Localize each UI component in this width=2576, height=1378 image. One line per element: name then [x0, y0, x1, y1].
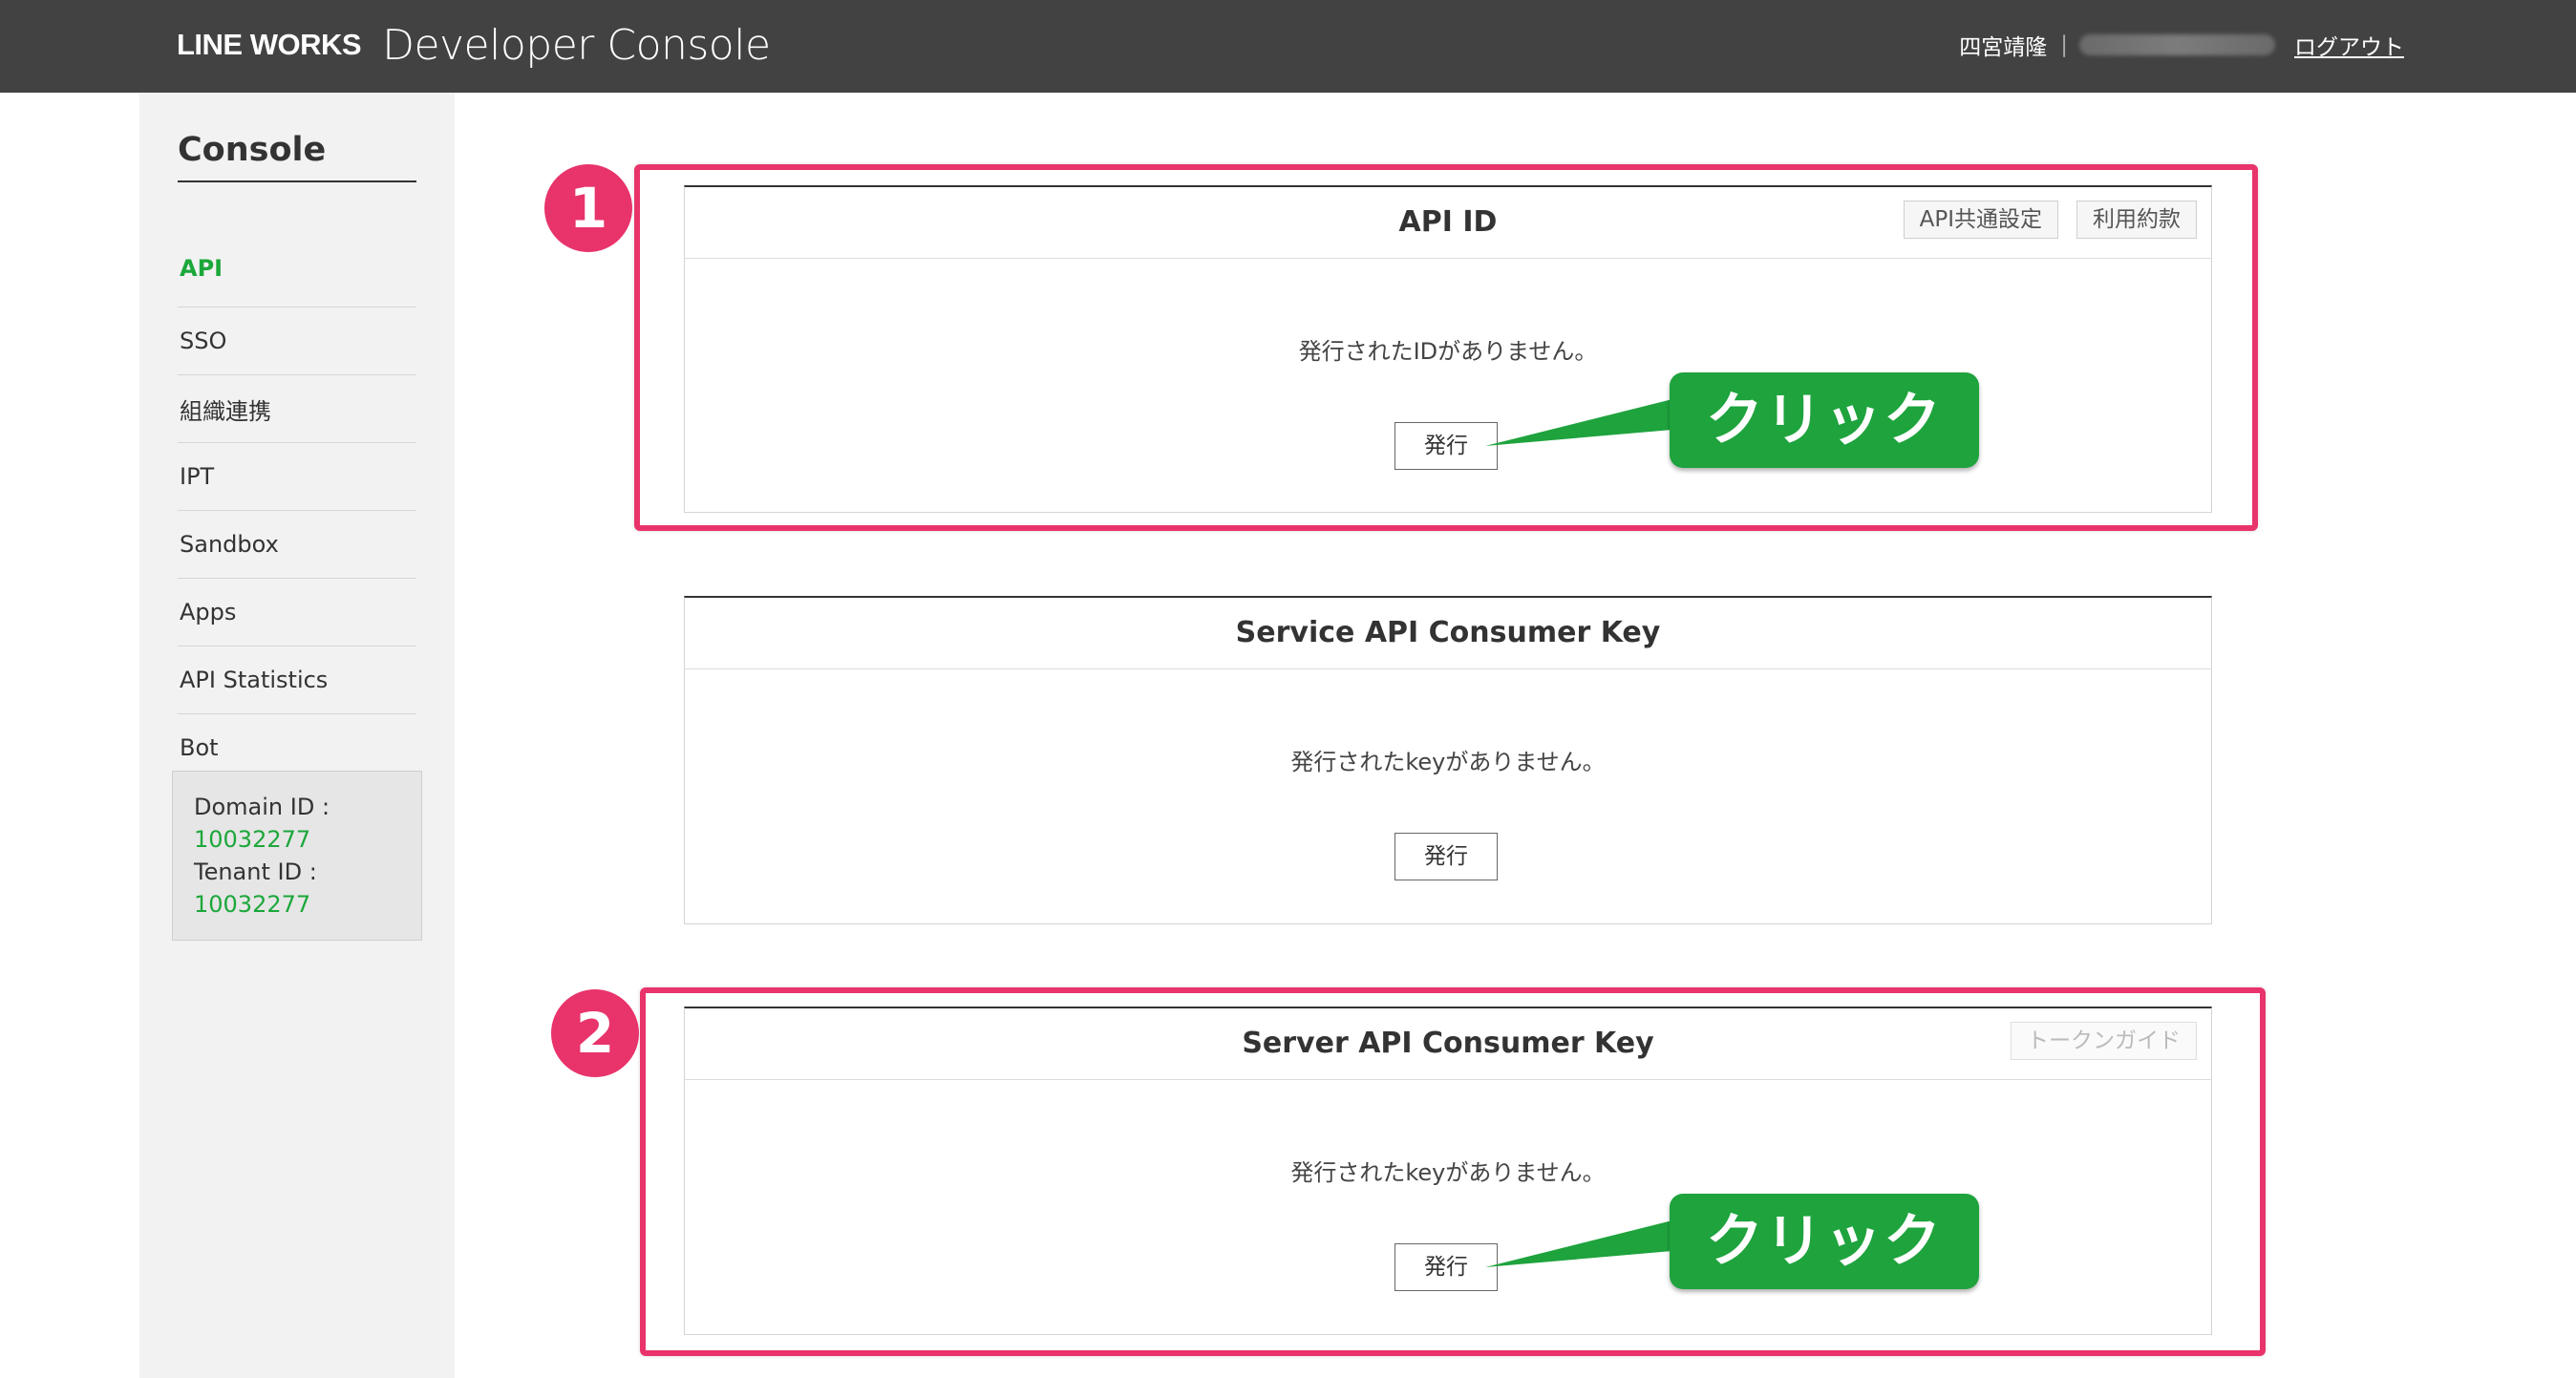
- brand-title: Developer Console: [382, 20, 771, 70]
- brand-logo: LINE WORKS: [177, 28, 362, 61]
- step-2-badge: 2: [551, 989, 639, 1077]
- sidebar-item-api-statistics[interactable]: API Statistics: [178, 647, 416, 714]
- logout-link[interactable]: ログアウト: [2294, 29, 2404, 61]
- user-separator: |: [2060, 32, 2068, 57]
- highlight-box-step1: [634, 164, 2258, 531]
- sidebar-item-api[interactable]: API: [178, 255, 416, 307]
- service-key-issue-button[interactable]: 発行: [1394, 833, 1498, 880]
- top-header: LINE WORKS Developer Console 四宮靖隆 | ログアウ…: [0, 0, 2576, 93]
- sidebar-nav: API SSO 組織連携 IPT Sandbox Apps API Statis…: [178, 255, 416, 782]
- service-key-panel: Service API Consumer Key 発行されたkeyがありません。…: [684, 596, 2212, 924]
- domain-id-label: Domain ID :: [194, 794, 330, 820]
- sidebar-item-ipt[interactable]: IPT: [178, 443, 416, 511]
- user-email-redacted: [2079, 34, 2275, 55]
- user-name: 四宮靖隆: [1959, 35, 2048, 60]
- domain-info-box: Domain ID : 10032277 Tenant ID : 1003227…: [172, 771, 422, 941]
- callout-pointer-1: [1485, 399, 1672, 446]
- sidebar-item-apps[interactable]: Apps: [178, 579, 416, 647]
- tenant-id-label: Tenant ID :: [194, 859, 317, 885]
- service-key-panel-header: Service API Consumer Key: [685, 598, 2211, 669]
- sidebar-title: Console: [178, 131, 416, 182]
- sidebar-item-org-link[interactable]: 組織連携: [178, 375, 416, 443]
- click-callout-2: クリック: [1670, 1194, 1979, 1289]
- domain-id-value: 10032277: [194, 826, 311, 853]
- sidebar: Console API SSO 組織連携 IPT Sandbox Apps AP…: [139, 93, 455, 1378]
- brand[interactable]: LINE WORKS Developer Console: [177, 20, 771, 70]
- service-key-title: Service API Consumer Key: [1235, 616, 1661, 649]
- sidebar-item-sso[interactable]: SSO: [178, 307, 416, 375]
- service-key-empty-message: 発行されたkeyがありません。: [1290, 749, 1606, 775]
- callout-pointer-2: [1485, 1220, 1672, 1267]
- user-area: 四宮靖隆 | ログアウト: [1959, 26, 2404, 64]
- click-callout-1: クリック: [1670, 372, 1979, 468]
- tenant-id-value: 10032277: [194, 891, 311, 918]
- sidebar-item-sandbox[interactable]: Sandbox: [178, 511, 416, 579]
- step-1-badge: 1: [544, 164, 632, 252]
- highlight-box-step2: [640, 987, 2266, 1356]
